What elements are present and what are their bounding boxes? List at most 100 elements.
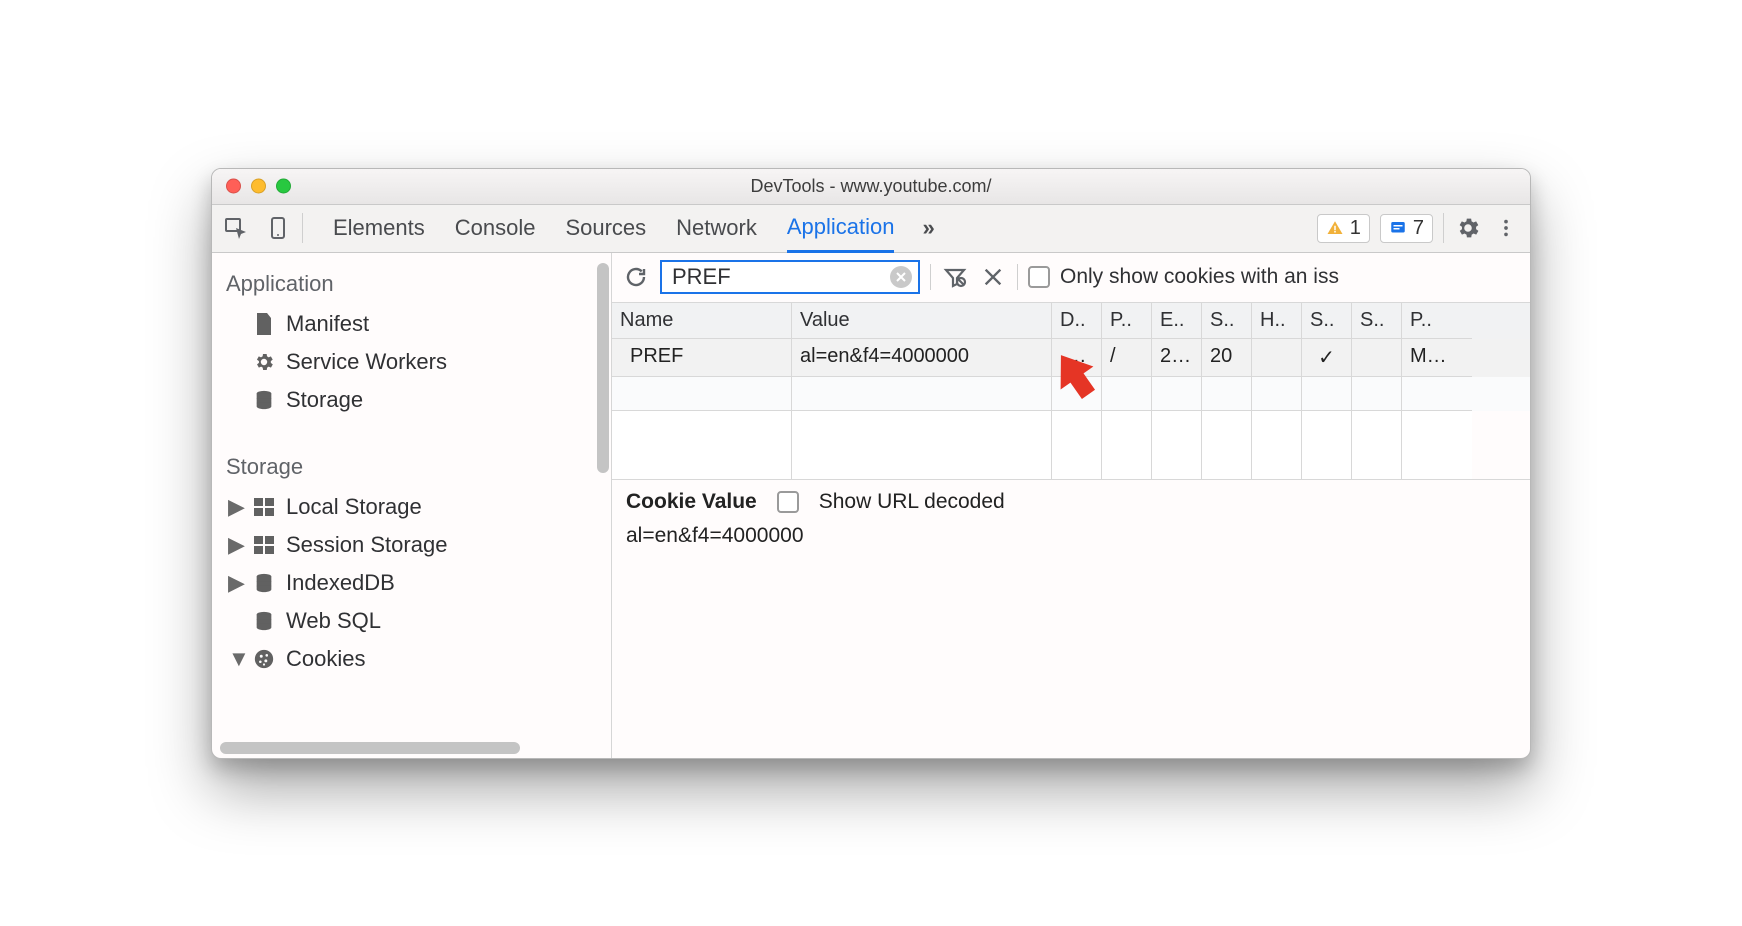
panel-tabs: Elements Console Sources Network Applica… xyxy=(313,204,894,252)
filter-icon[interactable] xyxy=(941,263,969,291)
device-toolbar-icon[interactable] xyxy=(264,214,292,242)
tab-console[interactable]: Console xyxy=(455,204,536,252)
titlebar: DevTools - www.youtube.com/ xyxy=(212,169,1530,205)
infos-count: 7 xyxy=(1413,217,1424,240)
warnings-badge[interactable]: 1 xyxy=(1317,214,1370,243)
sidebar-item-label: Web SQL xyxy=(286,608,381,634)
cell-size: 20 xyxy=(1202,339,1252,377)
delete-selected-icon[interactable] xyxy=(979,263,1007,291)
divider xyxy=(1017,264,1018,290)
sidebar-item-service-workers[interactable]: Service Workers xyxy=(212,343,611,381)
minimize-window-button[interactable] xyxy=(251,179,266,194)
settings-icon[interactable] xyxy=(1454,214,1482,242)
url-decode-label: Show URL decoded xyxy=(819,490,1005,514)
col-size[interactable]: S.. xyxy=(1202,303,1252,339)
file-icon xyxy=(252,313,276,335)
chevron-right-icon[interactable]: ▶ xyxy=(228,494,242,520)
sidebar-item-label: Service Workers xyxy=(286,349,447,375)
database-icon xyxy=(252,389,276,411)
col-expires[interactable]: E.. xyxy=(1152,303,1202,339)
sidebar-item-storage[interactable]: Storage xyxy=(212,381,611,419)
overflow-tabs-button[interactable]: » xyxy=(922,215,932,241)
col-name[interactable]: Name xyxy=(612,303,792,339)
cell-priority: M… xyxy=(1402,339,1472,377)
grid-icon xyxy=(252,498,276,516)
cell-path: / xyxy=(1102,339,1152,377)
sidebar-item-manifest[interactable]: Manifest xyxy=(212,305,611,343)
sidebar-horizontal-scrollbar[interactable] xyxy=(220,742,520,754)
table-empty-space xyxy=(612,411,1530,479)
gear-icon xyxy=(252,351,276,373)
col-httponly[interactable]: H.. xyxy=(1252,303,1302,339)
cell-value: al=en&f4=4000000 xyxy=(792,339,1052,377)
inspect-element-icon[interactable] xyxy=(222,214,250,242)
sidebar-item-label: IndexedDB xyxy=(286,570,395,596)
tab-network[interactable]: Network xyxy=(676,204,757,252)
info-icon xyxy=(1389,219,1407,237)
chevron-right-icon[interactable]: ▶ xyxy=(228,570,242,596)
tab-elements[interactable]: Elements xyxy=(333,204,425,252)
cell-httponly xyxy=(1252,339,1302,377)
zoom-window-button[interactable] xyxy=(276,179,291,194)
infos-badge[interactable]: 7 xyxy=(1380,214,1433,243)
sidebar-item-label: Cookies xyxy=(286,646,365,672)
cookie-detail-pane: Cookie Value Show URL decoded al=en&f4=4… xyxy=(612,480,1530,558)
sidebar-heading-storage: Storage xyxy=(212,444,611,488)
cell-expires: 2… xyxy=(1152,339,1202,377)
clear-filter-icon[interactable] xyxy=(890,266,912,288)
col-priority[interactable]: P.. xyxy=(1402,303,1472,339)
sidebar-item-indexeddb[interactable]: ▶ IndexedDB xyxy=(212,564,611,602)
tab-sources[interactable]: Sources xyxy=(565,204,646,252)
divider xyxy=(1443,213,1444,243)
sidebar-item-cookies[interactable]: ▼ Cookies xyxy=(212,640,611,678)
url-decode-checkbox[interactable] xyxy=(777,491,799,513)
sidebar-vertical-scrollbar[interactable] xyxy=(597,263,609,473)
warning-icon xyxy=(1326,219,1344,237)
col-value[interactable]: Value xyxy=(792,303,1052,339)
col-domain[interactable]: D.. xyxy=(1052,303,1102,339)
col-path[interactable]: P.. xyxy=(1102,303,1152,339)
refresh-icon[interactable] xyxy=(622,263,650,291)
cell-domain: …. xyxy=(1052,339,1102,377)
col-samesite[interactable]: S.. xyxy=(1352,303,1402,339)
cookie-icon xyxy=(252,648,276,670)
cookies-table: Name Value D.. P.. E.. S.. H.. S.. S.. P… xyxy=(612,303,1530,480)
sidebar-item-label: Manifest xyxy=(286,311,369,337)
sidebar-item-label: Local Storage xyxy=(286,494,422,520)
cookie-value-text: al=en&f4=4000000 xyxy=(626,524,1516,548)
only-issues-label: Only show cookies with an iss xyxy=(1060,265,1339,289)
devtools-toolbar: Elements Console Sources Network Applica… xyxy=(212,205,1530,253)
grid-icon xyxy=(252,536,276,554)
divider xyxy=(302,213,303,243)
table-header-row: Name Value D.. P.. E.. S.. H.. S.. S.. P… xyxy=(612,303,1530,339)
window-title: DevTools - www.youtube.com/ xyxy=(212,176,1530,197)
chevron-down-icon[interactable]: ▼ xyxy=(228,646,242,672)
close-window-button[interactable] xyxy=(226,179,241,194)
kebab-menu-icon[interactable] xyxy=(1492,214,1520,242)
panel-body: Application Manifest Service Workers xyxy=(212,253,1530,758)
sidebar-item-label: Session Storage xyxy=(286,532,447,558)
devtools-window: DevTools - www.youtube.com/ Elements Con… xyxy=(211,168,1531,759)
window-controls xyxy=(226,179,291,194)
only-issues-checkbox[interactable] xyxy=(1028,266,1050,288)
col-secure[interactable]: S.. xyxy=(1302,303,1352,339)
sidebar-item-websql[interactable]: Web SQL xyxy=(212,602,611,640)
sidebar-heading-application: Application xyxy=(212,261,611,305)
table-row xyxy=(612,377,1530,411)
application-sidebar: Application Manifest Service Workers xyxy=(212,253,612,758)
database-icon xyxy=(252,610,276,632)
sidebar-item-local-storage[interactable]: ▶ Local Storage xyxy=(212,488,611,526)
cookie-value-heading: Cookie Value xyxy=(626,490,757,514)
filter-input[interactable]: PREF xyxy=(660,260,920,294)
sidebar-item-label: Storage xyxy=(286,387,363,413)
tab-application[interactable]: Application xyxy=(787,204,895,253)
sidebar-item-session-storage[interactable]: ▶ Session Storage xyxy=(212,526,611,564)
database-icon xyxy=(252,572,276,594)
filter-value: PREF xyxy=(672,264,890,290)
cookies-toolbar: PREF Only show cookies with an iss xyxy=(612,253,1530,303)
cell-secure: ✓ xyxy=(1302,339,1352,377)
divider xyxy=(930,264,931,290)
chevron-right-icon[interactable]: ▶ xyxy=(228,532,242,558)
warnings-count: 1 xyxy=(1350,217,1361,240)
table-row[interactable]: PREF al=en&f4=4000000 …. / 2… 20 ✓ M… xyxy=(612,339,1530,377)
